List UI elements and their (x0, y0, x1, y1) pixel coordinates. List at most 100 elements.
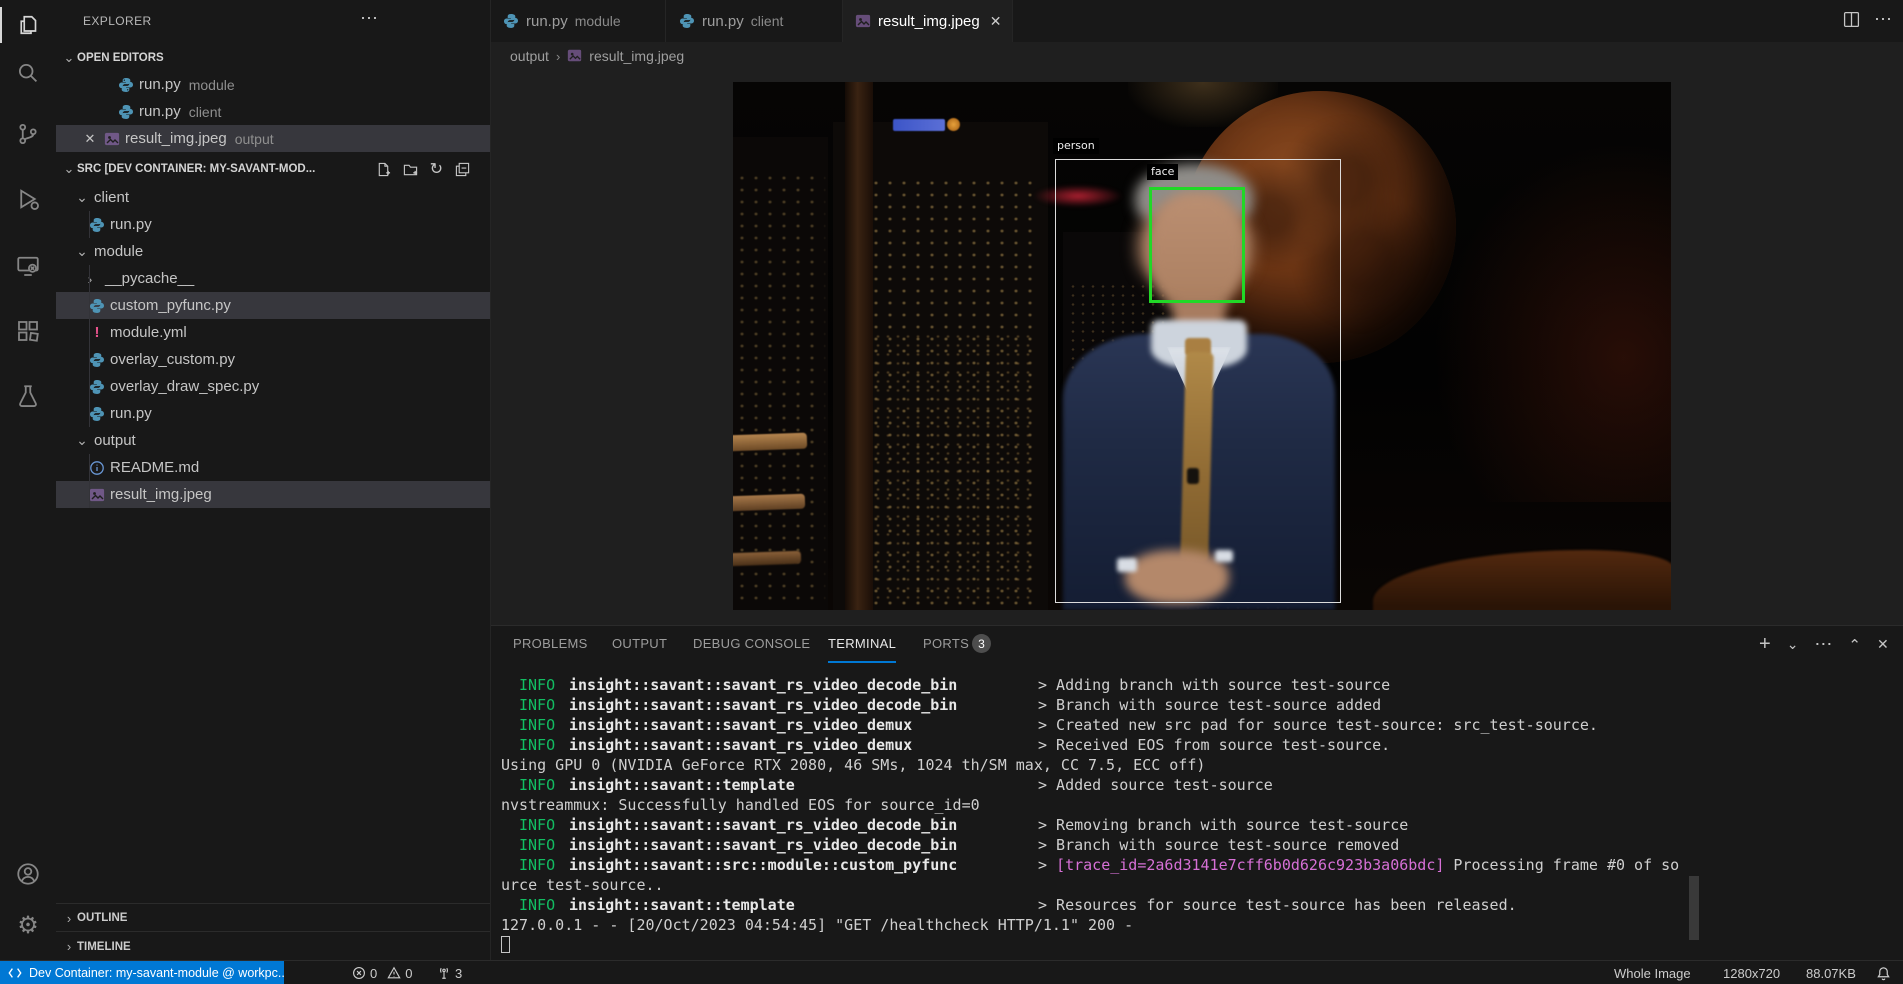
terminal-line: INFOinsight::savant::savant_rs_video_dec… (491, 815, 1703, 835)
terminal-cursor (501, 936, 510, 953)
notifications-bell-icon[interactable] (1876, 961, 1891, 984)
breadcrumb-file[interactable]: result_img.jpeg (589, 48, 684, 64)
pillar (845, 82, 873, 610)
collapse-folders-icon[interactable] (455, 162, 470, 177)
chevron-down-icon: ⌄ (75, 432, 89, 449)
result-image: person face (733, 82, 1671, 610)
radio-tower-icon (437, 966, 451, 980)
terminal-line: INFOinsight::savant::savant_rs_video_dec… (491, 835, 1703, 855)
person-label: person (1053, 138, 1099, 154)
tree-folder-module[interactable]: ⌄ module (56, 238, 490, 265)
terminal-dropdown-icon[interactable]: ⌄ (1787, 636, 1799, 653)
terminal-scrollbar[interactable] (1689, 876, 1699, 940)
breadcrumb: output › result_img.jpeg (491, 42, 1903, 70)
breadcrumb-separator-icon: › (556, 49, 560, 64)
python-file-icon (679, 13, 695, 29)
tree-folder-client[interactable]: ⌄ client (56, 184, 490, 211)
tree-file-readme[interactable]: README.md (56, 454, 490, 481)
python-file-icon (89, 406, 105, 422)
terminal-line: INFOinsight::savant::savant_rs_video_dec… (491, 695, 1703, 715)
image-file-icon (567, 48, 583, 64)
remote-indicator[interactable]: Dev Container: my-savant-module @ workpc… (0, 961, 284, 984)
maximize-panel-icon[interactable]: ⌃ (1848, 636, 1861, 654)
close-tab-icon[interactable]: ✕ (990, 13, 1002, 30)
more-actions-icon[interactable]: ⋯ (1814, 634, 1832, 655)
terminal-cursor-line (491, 935, 1703, 955)
panel-tab-terminal[interactable]: TERMINAL (828, 626, 896, 663)
tab-result-img[interactable]: result_img.jpeg ✕ (843, 0, 1013, 42)
tree-file-overlay-draw-spec[interactable]: overlay_draw_spec.py (56, 373, 490, 400)
python-file-icon (89, 217, 105, 233)
more-actions-icon[interactable]: ⋯ (1874, 9, 1892, 30)
image-file-icon (104, 131, 120, 147)
new-terminal-icon[interactable]: + (1759, 633, 1771, 656)
stool-rung (733, 494, 805, 512)
image-size-status[interactable]: 88.07KB (1806, 961, 1856, 984)
panel-tab-debug-console[interactable]: DEBUG CONSOLE (693, 626, 810, 661)
terminal-output[interactable]: INFOinsight::savant::savant_rs_video_dec… (491, 675, 1703, 955)
problems-status[interactable]: 0 0 (352, 961, 412, 984)
status-bar: Dev Container: my-savant-module @ workpc… (0, 960, 1903, 984)
image-file-icon (855, 13, 871, 29)
tree-file-result-img[interactable]: result_img.jpeg (56, 481, 490, 508)
remote-icon (8, 966, 22, 980)
new-file-icon[interactable] (376, 162, 391, 177)
search-icon[interactable] (0, 53, 56, 93)
refresh-icon[interactable]: ↻ (430, 159, 443, 179)
close-panel-icon[interactable]: ✕ (1877, 636, 1889, 653)
tree-folder-pycache[interactable]: › __pycache__ (56, 265, 490, 292)
ports-status[interactable]: 3 (437, 961, 462, 984)
tree-file-client-runpy[interactable]: run.py (56, 211, 490, 238)
image-dimensions-status[interactable]: 1280x720 (1723, 961, 1780, 984)
sidebar-title: EXPLORER (83, 14, 152, 28)
panel-actions: + ⌄ ⋯ ⌃ ✕ (1759, 633, 1889, 656)
python-file-icon (503, 13, 519, 29)
timeline-section[interactable]: › TIMELINE (56, 931, 490, 961)
extensions-icon[interactable] (0, 311, 56, 351)
testing-icon[interactable] (0, 376, 56, 416)
terminal-line: INFOinsight::savant::savant_rs_video_dec… (491, 675, 1703, 695)
panel-tab-output[interactable]: OUTPUT (612, 626, 667, 661)
tab-runpy-client[interactable]: run.py client (667, 0, 843, 42)
indent-guide (89, 211, 90, 238)
settings-gear-icon[interactable]: ⚙ (0, 906, 56, 946)
open-editor-runpy-module[interactable]: run.py module (56, 71, 490, 98)
sidebar-more-actions-icon[interactable]: ⋯ (356, 8, 382, 30)
open-editors-header[interactable]: ⌄ OPEN EDITORS (56, 44, 490, 72)
whole-image-status[interactable]: Whole Image (1614, 961, 1691, 984)
stool-rung (733, 433, 807, 452)
close-icon[interactable]: ✕ (82, 131, 98, 147)
source-control-icon[interactable] (0, 114, 56, 154)
tree-folder-output[interactable]: ⌄ output (56, 427, 490, 454)
breadcrumb-folder[interactable]: output (510, 48, 549, 64)
python-file-icon (89, 379, 105, 395)
run-debug-icon[interactable] (0, 179, 56, 219)
trace-id: [trace_id=2a6d3141e7cff6b0d626c923b3a06b… (1056, 856, 1444, 874)
accounts-icon[interactable] (0, 854, 56, 894)
python-file-icon (118, 104, 134, 120)
tree-file-module-yml[interactable]: ! module.yml (56, 319, 490, 346)
python-file-icon (118, 77, 134, 93)
new-folder-icon[interactable] (403, 162, 418, 177)
tree-file-custom-pyfunc[interactable]: custom_pyfunc.py (56, 292, 490, 319)
face-label: face (1147, 164, 1178, 180)
terminal-line: urce test-source.. (491, 875, 1703, 895)
chevron-down-icon: ⌄ (75, 243, 89, 260)
split-editor-icon[interactable] (1843, 11, 1860, 28)
explorer-icon[interactable] (0, 5, 56, 45)
chevron-right-icon: › (83, 271, 97, 287)
panel-tab-problems[interactable]: PROBLEMS (513, 626, 588, 661)
activity-bar: ⚙ (0, 0, 57, 960)
tree-file-overlay-custom[interactable]: overlay_custom.py (56, 346, 490, 373)
terminal-line: INFOinsight::savant::template> Added sou… (491, 775, 1703, 795)
panel-tab-ports[interactable]: PORTS (923, 626, 969, 661)
remote-explorer-icon[interactable] (0, 246, 56, 286)
open-editor-runpy-client[interactable]: run.py client (56, 98, 490, 125)
tree-file-module-runpy[interactable]: run.py (56, 400, 490, 427)
tab-runpy-module[interactable]: run.py module (491, 0, 666, 42)
orange-light (947, 118, 960, 131)
chevron-down-icon: ⌄ (61, 50, 77, 66)
open-editor-result-img[interactable]: ✕ result_img.jpeg output (56, 125, 490, 152)
outline-section[interactable]: › OUTLINE (56, 903, 490, 932)
ceiling-light (1128, 82, 1278, 127)
